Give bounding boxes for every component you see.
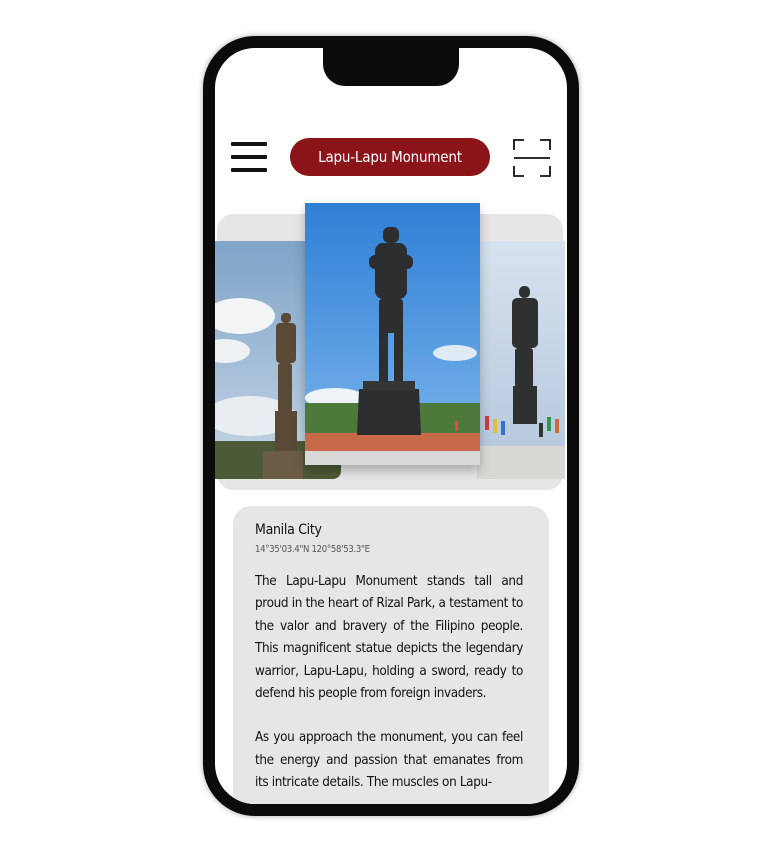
phone-frame: Lapu-Lapu Monument Manila City 14°35'03.… xyxy=(203,36,579,816)
phone-notch xyxy=(323,48,459,86)
description-paragraph: As you approach the monument, you can fe… xyxy=(255,730,523,791)
page-title: Lapu-Lapu Monument xyxy=(290,138,490,176)
monument-description: The Lapu-Lapu Monument stands tall and p… xyxy=(255,571,523,795)
city-name: Manila City xyxy=(255,522,322,538)
gps-coordinates: 14°35'03.4"N 120°58'53.3"E xyxy=(255,544,370,555)
stage: Lapu-Lapu Monument Manila City 14°35'03.… xyxy=(0,0,778,854)
scan-frame-icon[interactable] xyxy=(513,139,551,177)
description-paragraph: The Lapu-Lapu Monument stands tall and p… xyxy=(255,574,523,702)
statue-photo-right[interactable] xyxy=(477,241,565,479)
hamburger-menu-icon[interactable] xyxy=(231,140,267,174)
location-info-card: Manila City 14°35'03.4"N 120°58'53.3"E T… xyxy=(233,506,549,804)
statue-photo-center[interactable] xyxy=(305,203,480,465)
